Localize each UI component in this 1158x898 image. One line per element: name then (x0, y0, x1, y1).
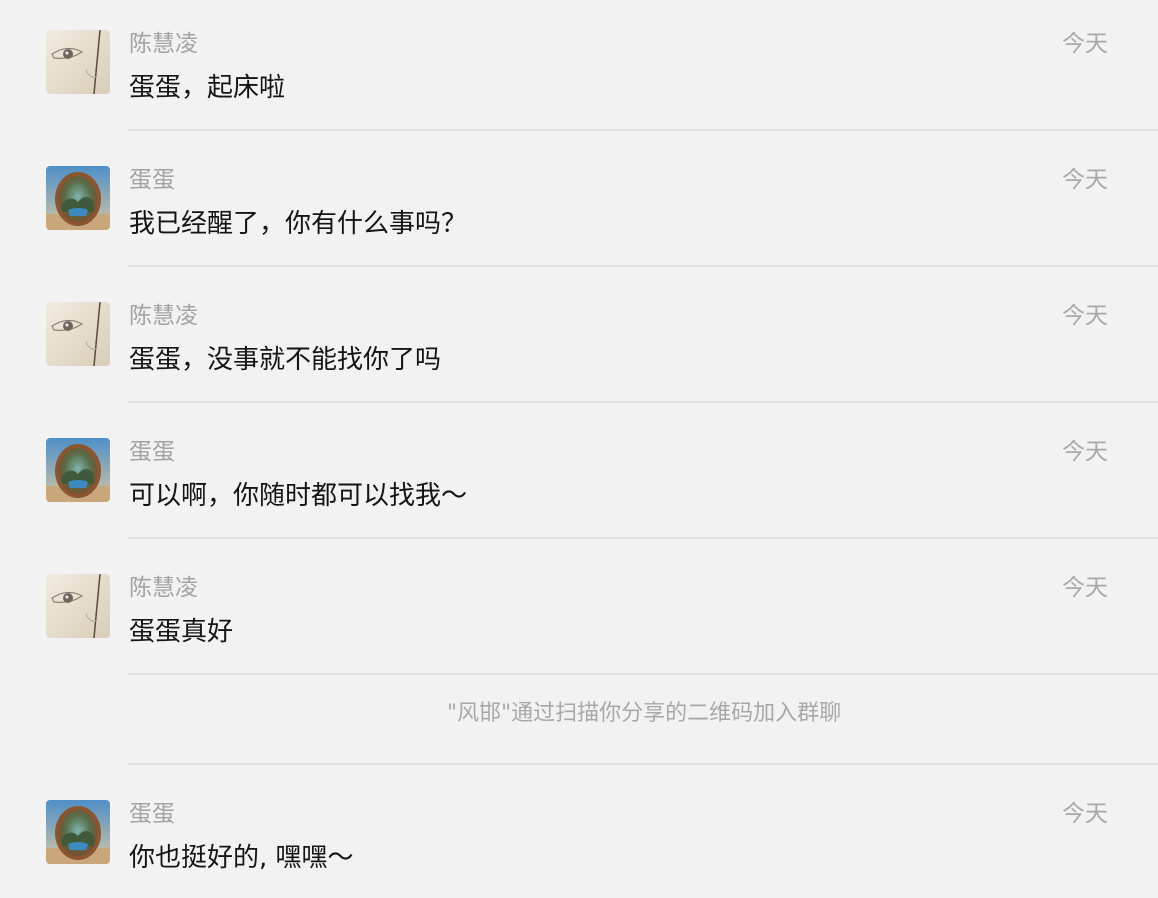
egg-landscape-avatar[interactable] (46, 166, 110, 230)
divider (128, 129, 1158, 131)
message-time: 今天 (1062, 801, 1108, 827)
message-time: 今天 (1062, 167, 1108, 193)
sender-name: 蛋蛋 (129, 801, 175, 827)
sketch-avatar[interactable] (46, 302, 110, 366)
system-notice-text: "风邯"通过扫描你分享的二维码加入群聊 (446, 701, 842, 726)
message-row[interactable]: 陈慧凌 今天 蛋蛋，起床啦 (0, 0, 1158, 136)
divider (128, 401, 1158, 403)
message-row[interactable]: 蛋蛋 今天 你也挺好的, 嘿嘿～ (0, 770, 1158, 898)
message-time: 今天 (1062, 439, 1108, 465)
egg-landscape-avatar[interactable] (46, 800, 110, 864)
divider (128, 265, 1158, 267)
system-notice: "风邯"通过扫描你分享的二维码加入群聊 (0, 674, 1158, 764)
sender-name: 陈慧凌 (129, 31, 198, 57)
message-text: 我已经醒了，你有什么事吗？ (129, 209, 468, 239)
message-row[interactable]: 蛋蛋 今天 可以啊，你随时都可以找我～ (0, 408, 1158, 544)
sketch-avatar[interactable] (46, 574, 110, 638)
divider (128, 763, 1158, 765)
sketch-avatar[interactable] (46, 30, 110, 94)
message-text: 可以啊，你随时都可以找我～ (129, 481, 468, 511)
sender-name: 陈慧凌 (129, 303, 198, 329)
egg-landscape-avatar[interactable] (46, 438, 110, 502)
chat-message-list: 陈慧凌 今天 蛋蛋，起床啦 蛋蛋 今天 我已经醒了，你有什么事吗？ 陈慧凌 今天… (0, 0, 1158, 898)
message-row[interactable]: 陈慧凌 今天 蛋蛋真好 (0, 544, 1158, 680)
message-time: 今天 (1062, 31, 1108, 57)
sender-name: 蛋蛋 (129, 439, 175, 465)
divider (128, 537, 1158, 539)
message-time: 今天 (1062, 575, 1108, 601)
message-text: 蛋蛋真好 (129, 617, 234, 647)
message-text: 蛋蛋，起床啦 (129, 73, 286, 103)
message-time: 今天 (1062, 303, 1108, 329)
message-text: 你也挺好的, 嘿嘿～ (129, 843, 354, 873)
sender-name: 陈慧凌 (129, 575, 198, 601)
message-row[interactable]: 陈慧凌 今天 蛋蛋，没事就不能找你了吗 (0, 272, 1158, 408)
message-row[interactable]: 蛋蛋 今天 我已经醒了，你有什么事吗？ (0, 136, 1158, 272)
sender-name: 蛋蛋 (129, 167, 175, 193)
message-text: 蛋蛋，没事就不能找你了吗 (129, 345, 442, 375)
